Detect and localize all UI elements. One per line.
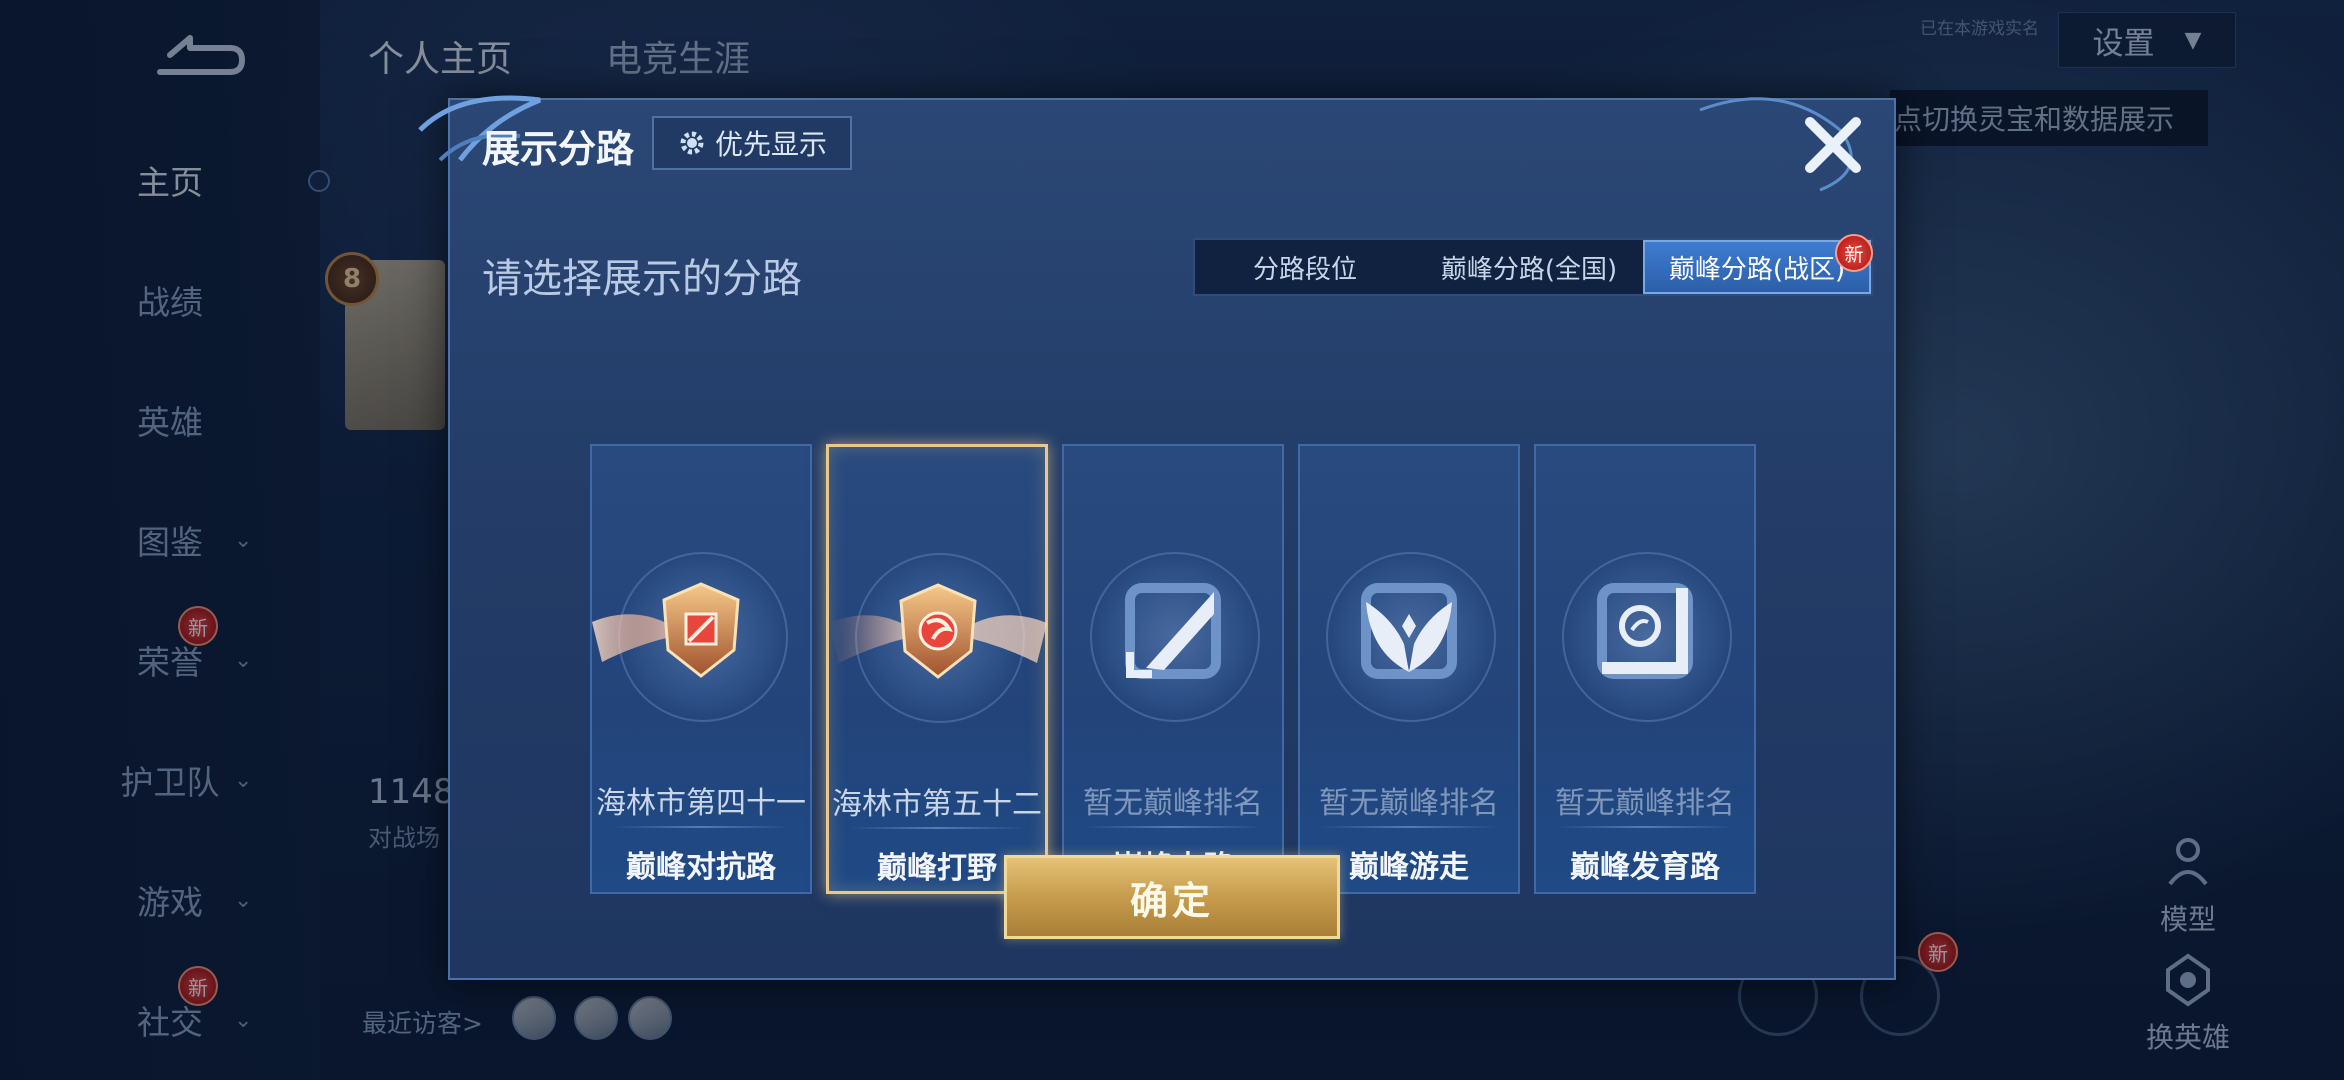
top-lane-emblem-icon: [592, 582, 740, 678]
card-divider: [1556, 826, 1734, 828]
lane-card-support[interactable]: 暂无巅峰排名 巅峰游走: [1298, 444, 1520, 894]
card-divider: [1320, 826, 1498, 828]
display-lane-dialog: 海林市第四十一 巅峰对抗路 海林市第五十二 巅峰打野 暂无巅峰排名 暂无巅峰排名…: [448, 98, 1896, 980]
tab-lane-tier[interactable]: 分路段位: [1195, 240, 1415, 294]
priority-display-label: 优先显示: [714, 128, 827, 161]
dialog-subtitle: 请选择展示的分路: [482, 256, 802, 302]
support-wings-icon: [1361, 583, 1457, 679]
jungle-emblem-icon: [829, 583, 1047, 679]
new-badge: 新: [1835, 234, 1873, 272]
card-divider: [849, 827, 1025, 829]
tab-label: 巅峰分路(战区): [1668, 254, 1846, 285]
confirm-button[interactable]: 确定: [1004, 855, 1340, 939]
rank-text: 暂无巅峰排名: [1083, 786, 1263, 821]
lane-card-mid[interactable]: 暂无巅峰排名 巅峰中路: [1062, 444, 1284, 894]
lane-card-adc[interactable]: 暂无巅峰排名 巅峰发育路: [1534, 444, 1756, 894]
tab-peak-lane-national[interactable]: 巅峰分路(全国): [1415, 240, 1643, 294]
adc-lane-icon: [1597, 583, 1693, 679]
dialog-title: 展示分路: [482, 127, 635, 171]
lane-type-tabs: 分路段位 巅峰分路(全国) 巅峰分路(战区) 新: [1193, 234, 1873, 296]
card-divider: [1084, 826, 1262, 828]
lane-card-top[interactable]: 海林市第四十一 巅峰对抗路: [590, 444, 812, 894]
tab-peak-lane-region[interactable]: 巅峰分路(战区) 新: [1643, 234, 1873, 294]
lane-name: 巅峰对抗路: [626, 850, 776, 885]
rank-text: 海林市第四十一: [596, 786, 806, 821]
lane-name: 巅峰发育路: [1570, 850, 1720, 885]
close-icon[interactable]: [1800, 112, 1866, 178]
rank-text: 暂无巅峰排名: [1319, 786, 1499, 821]
mid-lane-icon: [1125, 583, 1221, 679]
priority-display-button[interactable]: 优先显示: [652, 116, 852, 170]
rank-text: 暂无巅峰排名: [1555, 786, 1735, 821]
rank-text: 海林市第五十二: [832, 787, 1042, 822]
lane-card-jungle[interactable]: 海林市第五十二 巅峰打野: [826, 444, 1048, 894]
card-divider: [612, 826, 790, 828]
gear-icon: [680, 131, 704, 155]
